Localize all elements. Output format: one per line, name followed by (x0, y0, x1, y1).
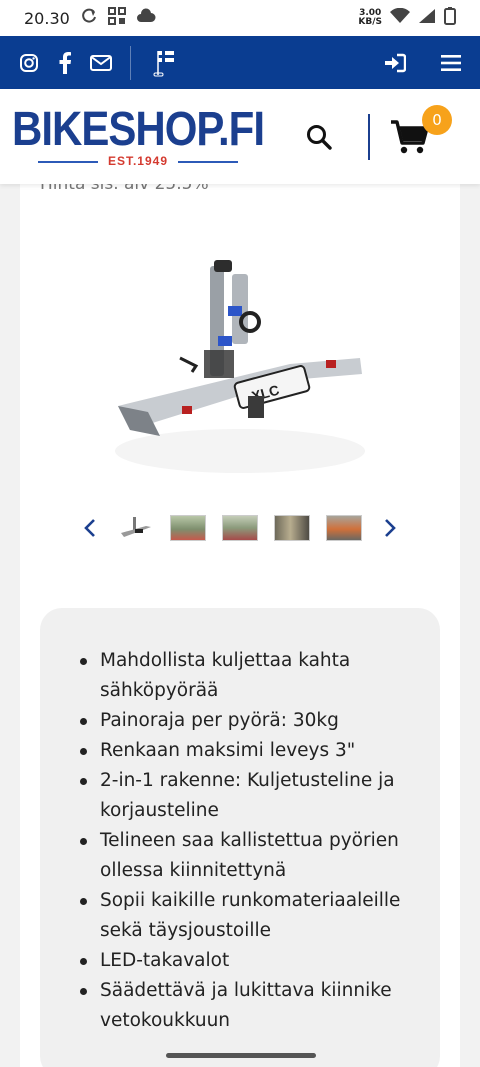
thumbnail-3[interactable] (222, 515, 258, 541)
net-speed: 3.00 KB/S (358, 8, 382, 27)
search-icon (307, 124, 332, 150)
top-nav-bar (0, 36, 480, 89)
feature-item: Sopii kaikille runkomateriaaleille sekä … (80, 886, 410, 946)
image-gallery-thumbnails (20, 508, 460, 548)
product-main-image[interactable]: XLC (100, 246, 390, 486)
feature-item: 2-in-1 rakenne: Kuljetusteline ja korjau… (80, 766, 410, 826)
home-indicator[interactable] (166, 1053, 316, 1058)
cart-count-badge: 0 (422, 104, 452, 135)
status-bar: 20.30 3.00 KB/S (0, 0, 480, 36)
feature-item: LED-takavalot (80, 946, 410, 976)
gallery-next-button[interactable] (370, 508, 410, 548)
site-header: BIKESHOP.FI EST.1949 0 (0, 89, 480, 184)
signal-icon (418, 8, 436, 28)
thumbnail-5[interactable] (326, 515, 362, 541)
gallery-prev-button[interactable] (70, 508, 110, 548)
chevron-left-icon (84, 519, 95, 537)
bike-rack-image: XLC (115, 260, 365, 473)
feature-item: Painoraja per pyörä: 30kg (80, 706, 410, 736)
cart-button[interactable]: 0 (390, 104, 452, 157)
feature-item: Säädettävä ja lukittava kiinnike vetokou… (80, 976, 410, 1036)
product-card: Hinta sis. alv 25.5% XLC Mahdollista kul… (20, 174, 460, 1067)
product-features-box: Mahdollista kuljettaa kahta sähköpyörää … (40, 608, 440, 1067)
header-divider (368, 113, 370, 160)
nav-divider (130, 45, 131, 80)
logo-est: EST.1949 (38, 154, 238, 168)
feature-item: Renkaan maksimi leveys 3" (80, 736, 410, 766)
thumbnail-4[interactable] (274, 515, 310, 541)
menu-icon[interactable] (440, 52, 462, 74)
facebook-icon[interactable] (54, 51, 76, 74)
thumbnail-1[interactable] (118, 515, 154, 541)
feature-item: Mahdollista kuljettaa kahta sähköpyörää (80, 646, 410, 706)
thumbnail-2[interactable] (170, 515, 206, 541)
chevron-right-icon (385, 519, 396, 537)
battery-icon (444, 7, 456, 29)
cloud-icon (136, 8, 156, 28)
login-icon[interactable] (384, 52, 406, 74)
wifi-icon (390, 7, 410, 28)
logo-text: BIKESHOP.FI (12, 100, 265, 155)
grid-app-icon (107, 7, 126, 29)
feature-item: Telineen saa kallistettua pyörien olless… (80, 826, 410, 886)
sync-icon (80, 7, 98, 29)
site-logo[interactable]: BIKESHOP.FI EST.1949 (12, 101, 265, 168)
status-time: 20.30 (24, 8, 70, 28)
finland-flag-icon[interactable] (149, 50, 183, 76)
instagram-icon[interactable] (18, 52, 40, 74)
mail-icon[interactable] (90, 52, 112, 74)
search-button[interactable] (304, 122, 334, 152)
feature-list: Mahdollista kuljettaa kahta sähköpyörää … (80, 646, 410, 1036)
